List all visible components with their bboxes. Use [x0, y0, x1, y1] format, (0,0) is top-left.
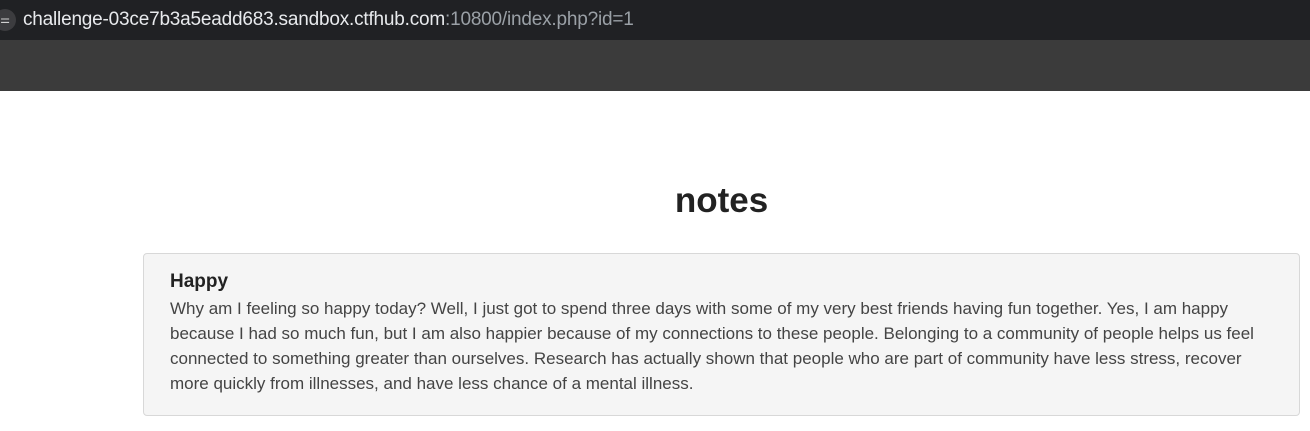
note-card: Happy Why am I feeling so happy today? W…	[143, 253, 1300, 416]
note-body: Why am I feeling so happy today? Well, I…	[170, 299, 1254, 393]
page-title: notes	[674, 181, 769, 220]
url-host: challenge-03ce7b3a5eadd683.sandbox.ctfhu…	[23, 9, 445, 30]
page-content: notes Happy Why am I feeling so happy to…	[0, 91, 1310, 431]
url-path: :10800/index.php?id=1	[445, 9, 634, 30]
url-field[interactable]: challenge-03ce7b3a5eadd683.sandbox.ctfhu…	[23, 9, 634, 31]
bookmarks-toolbar	[0, 40, 1310, 91]
tune-icon[interactable]: ⚌	[0, 9, 16, 31]
note-heading: Happy	[170, 271, 229, 292]
browser-address-bar: ⚌ challenge-03ce7b3a5eadd683.sandbox.ctf…	[0, 0, 1310, 40]
